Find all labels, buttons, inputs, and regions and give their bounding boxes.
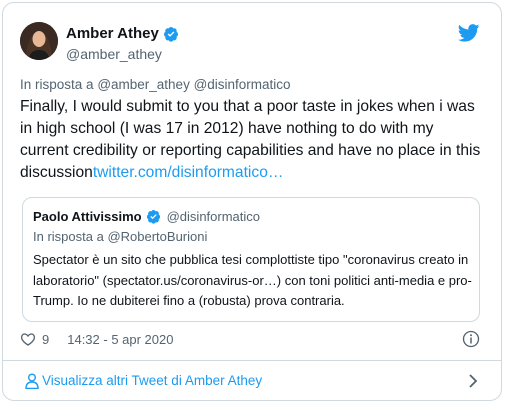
more-tweets-link[interactable]: Visualizza altri Tweet di Amber Athey bbox=[2, 361, 502, 401]
reply-context: In risposta a @amber_athey @disinformati… bbox=[20, 77, 291, 92]
author-handle[interactable]: @amber_athey bbox=[66, 46, 162, 62]
more-tweets-label[interactable]: Visualizza altri Tweet di Amber Athey bbox=[42, 373, 262, 388]
twitter-bird-icon[interactable] bbox=[458, 24, 480, 42]
quote-author-name: Paolo Attivissimo bbox=[33, 209, 142, 224]
tweet-timestamp[interactable]: 14:32 - 5 apr 2020 bbox=[67, 332, 173, 347]
like-count[interactable]: 9 bbox=[42, 332, 49, 347]
quote-author-handle: @disinformatico bbox=[166, 209, 261, 224]
author-avatar[interactable] bbox=[20, 22, 58, 60]
person-icon bbox=[25, 373, 39, 389]
reply-prefix: In risposta a bbox=[20, 77, 94, 92]
tweet-text: Finally, I would submit to you that a po… bbox=[20, 96, 485, 184]
info-icon[interactable] bbox=[462, 330, 480, 348]
author-name[interactable]: Amber Athey bbox=[66, 25, 179, 42]
chevron-right-icon[interactable] bbox=[468, 373, 478, 389]
author-name-text[interactable]: Amber Athey bbox=[66, 25, 159, 42]
quote-reply-prefix: In risposta a bbox=[33, 229, 104, 244]
quote-reply-mention: @RobertoBurioni bbox=[107, 229, 208, 244]
verified-badge-icon bbox=[146, 209, 160, 224]
quote-reply-context: In risposta a @RobertoBurioni bbox=[33, 229, 207, 244]
tweet-link[interactable]: twitter.com/disinformatico… bbox=[93, 164, 284, 181]
tweet-meta: 9 14:32 - 5 apr 2020 bbox=[20, 331, 173, 347]
quoted-tweet[interactable]: Paolo Attivissimo @disinformatico In ris… bbox=[22, 197, 480, 322]
heart-icon[interactable] bbox=[20, 331, 36, 347]
reply-mentions[interactable]: @amber_athey @disinformatico bbox=[97, 77, 290, 92]
verified-badge-icon bbox=[163, 26, 178, 42]
quote-text: Spectator è un sito che pubblica tesi co… bbox=[33, 252, 472, 308]
quote-header: Paolo Attivissimo @disinformatico bbox=[33, 209, 260, 224]
